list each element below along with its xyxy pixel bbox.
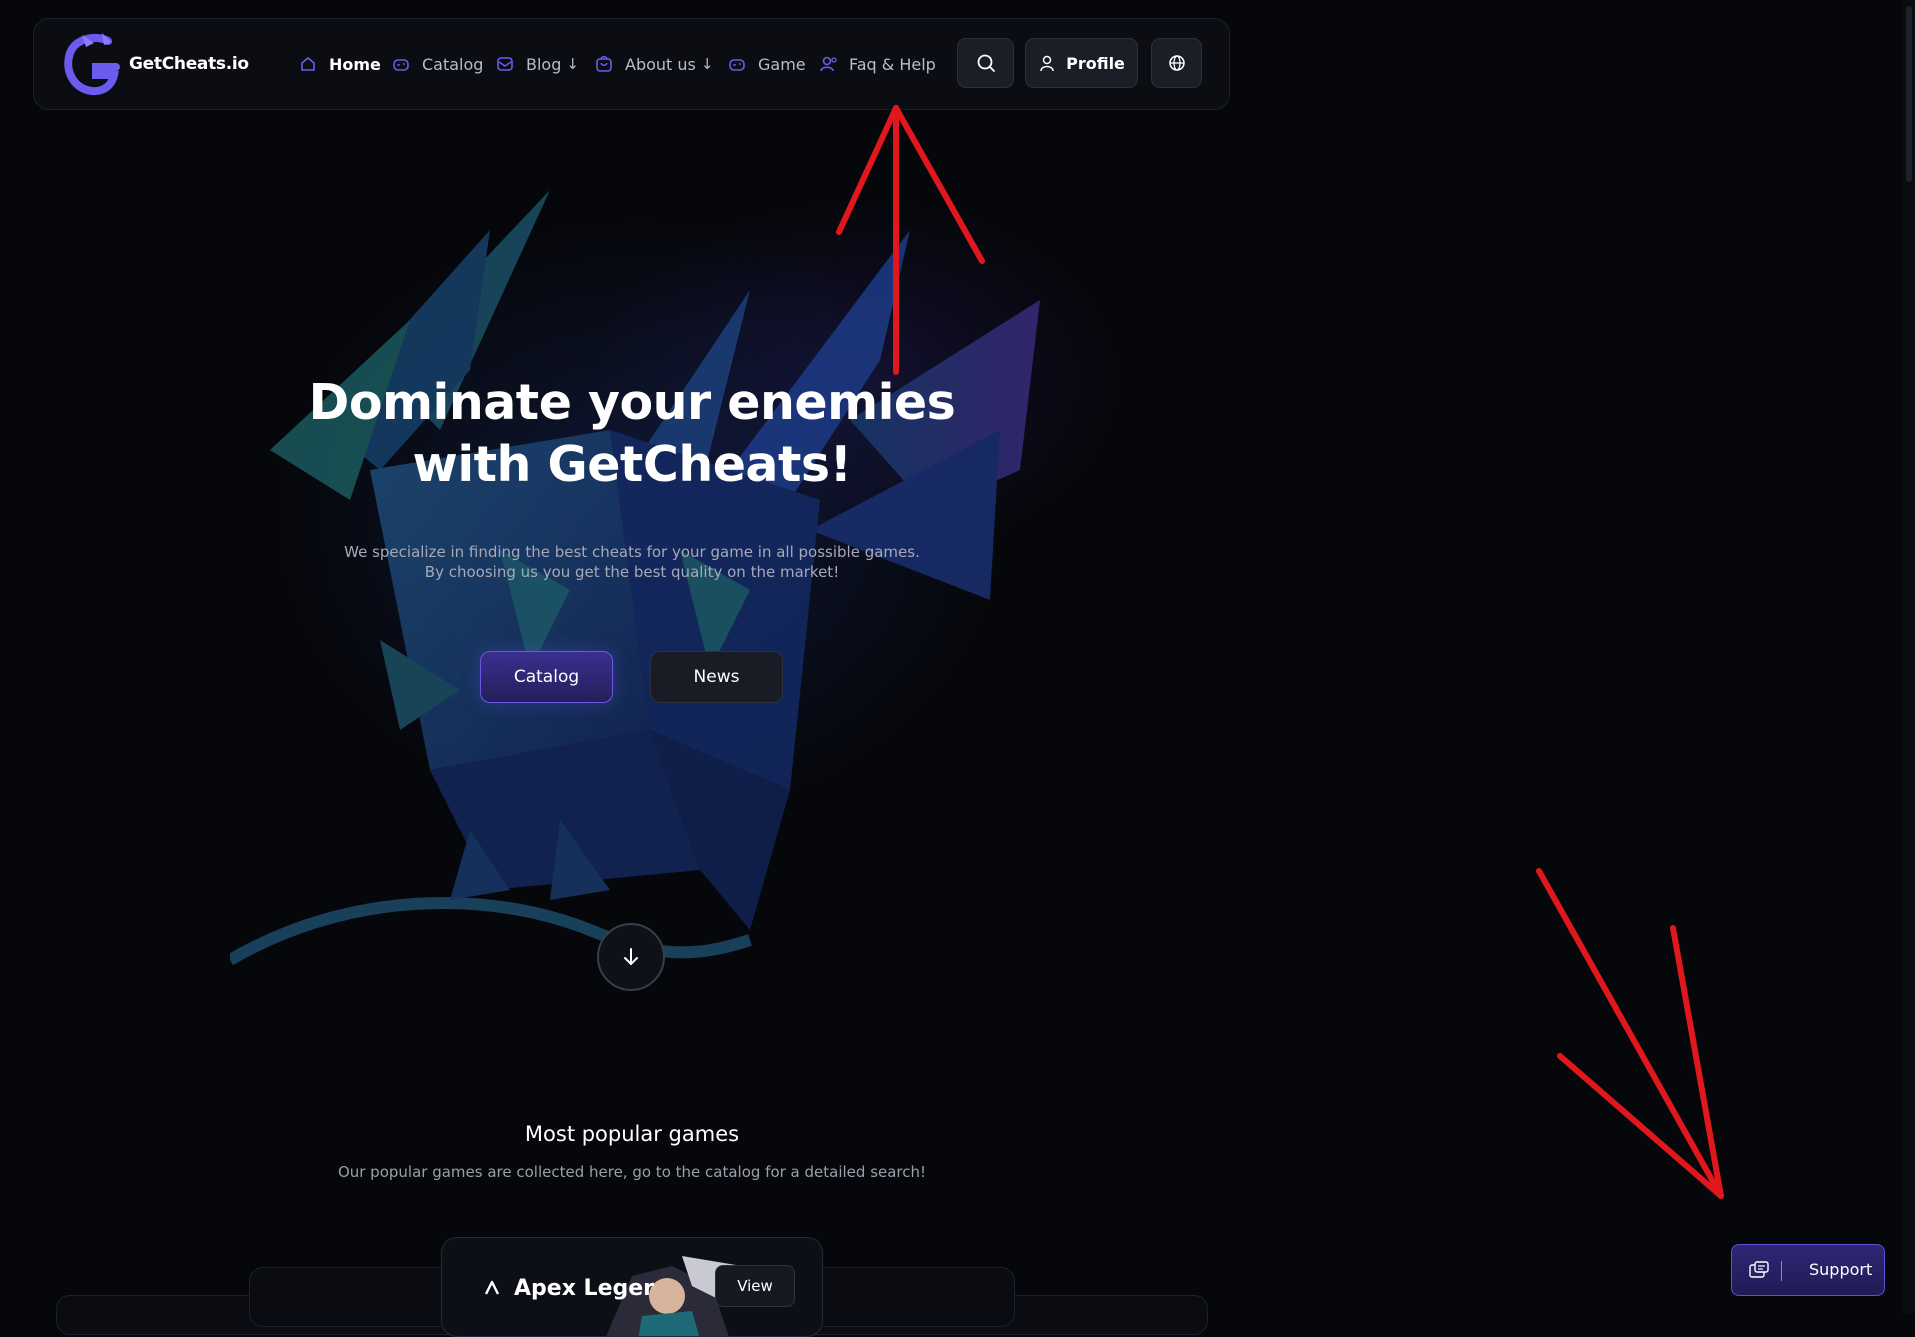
nav-item-faq-help[interactable]: Faq & Help	[818, 52, 936, 76]
hero-subtitle-line: We specialize in finding the best cheats…	[344, 543, 920, 561]
arrow-down-icon	[624, 948, 638, 965]
hero-title-line: with GetCheats!	[412, 436, 852, 493]
nav-item-label: Home	[329, 54, 381, 74]
shopping-bag-icon	[596, 56, 612, 72]
nav-item-catalog[interactable]: Catalog	[391, 52, 483, 76]
mail-icon	[497, 57, 513, 71]
user-icon	[1040, 55, 1054, 72]
nav-item-label: Faq & Help	[849, 54, 936, 74]
scrollbar-track[interactable]	[1903, 0, 1915, 1314]
nav-item-label: Blog	[526, 54, 562, 74]
popular-games-title: Most popular games	[524, 1122, 740, 1146]
hero-subtitle: We specialize in finding the best cheats…	[300, 542, 964, 582]
globe-icon	[1168, 55, 1185, 71]
divider	[1781, 1261, 1782, 1281]
profile-button[interactable]: Profile	[1025, 38, 1138, 88]
news-button[interactable]: News	[650, 651, 783, 703]
game-name: Apex Leger	[514, 1276, 655, 1301]
chevron-down-icon: ↓	[566, 55, 579, 73]
profile-label: Profile	[1066, 53, 1125, 73]
site-header: GetCheats.io Home Catalog Blog ↓ About u…	[33, 18, 1230, 110]
nav-item-label: Game	[758, 54, 806, 74]
scrollbar-thumb[interactable]	[1906, 6, 1912, 182]
support-label: Support	[1809, 1260, 1873, 1279]
support-button[interactable]: Support	[1731, 1244, 1885, 1296]
brand-name[interactable]: GetCheats.io	[129, 54, 249, 74]
search-button[interactable]	[957, 38, 1014, 88]
chevron-down-icon: ↓	[700, 55, 714, 73]
nav-item-blog[interactable]: Blog ↓	[495, 52, 579, 76]
hero-title-line: Dominate your enemies	[308, 374, 956, 431]
dragon-logo-icon[interactable]	[62, 33, 122, 97]
game-card[interactable]: Apex Leger View	[441, 1237, 823, 1337]
nav-item-game[interactable]: Game	[727, 52, 806, 76]
scroll-down-button[interactable]	[597, 923, 665, 991]
chat-icon	[1749, 1261, 1769, 1278]
apex-logo-icon	[484, 1280, 500, 1295]
nav-item-label: About us	[625, 54, 696, 74]
catalog-button[interactable]: Catalog	[480, 651, 613, 703]
search-icon	[977, 54, 995, 72]
nav-item-home[interactable]: Home	[298, 52, 381, 76]
language-button[interactable]	[1151, 38, 1202, 88]
home-icon	[301, 57, 315, 71]
hero-subtitle-line: By choosing us you get the best quality …	[424, 563, 840, 581]
popular-games-subtitle: Our popular games are collected here, go…	[337, 1163, 927, 1181]
nav-item-label: Catalog	[422, 54, 484, 74]
nav-item-about-us[interactable]: About us ↓	[594, 52, 713, 76]
dragon-illustration	[230, 190, 1040, 966]
hero-title: Dominate your enemies with GetCheats!	[300, 372, 964, 496]
user-help-icon	[820, 56, 837, 72]
gamepad-icon	[393, 59, 409, 71]
gamepad-icon	[729, 59, 745, 71]
view-button[interactable]: View	[715, 1265, 795, 1307]
